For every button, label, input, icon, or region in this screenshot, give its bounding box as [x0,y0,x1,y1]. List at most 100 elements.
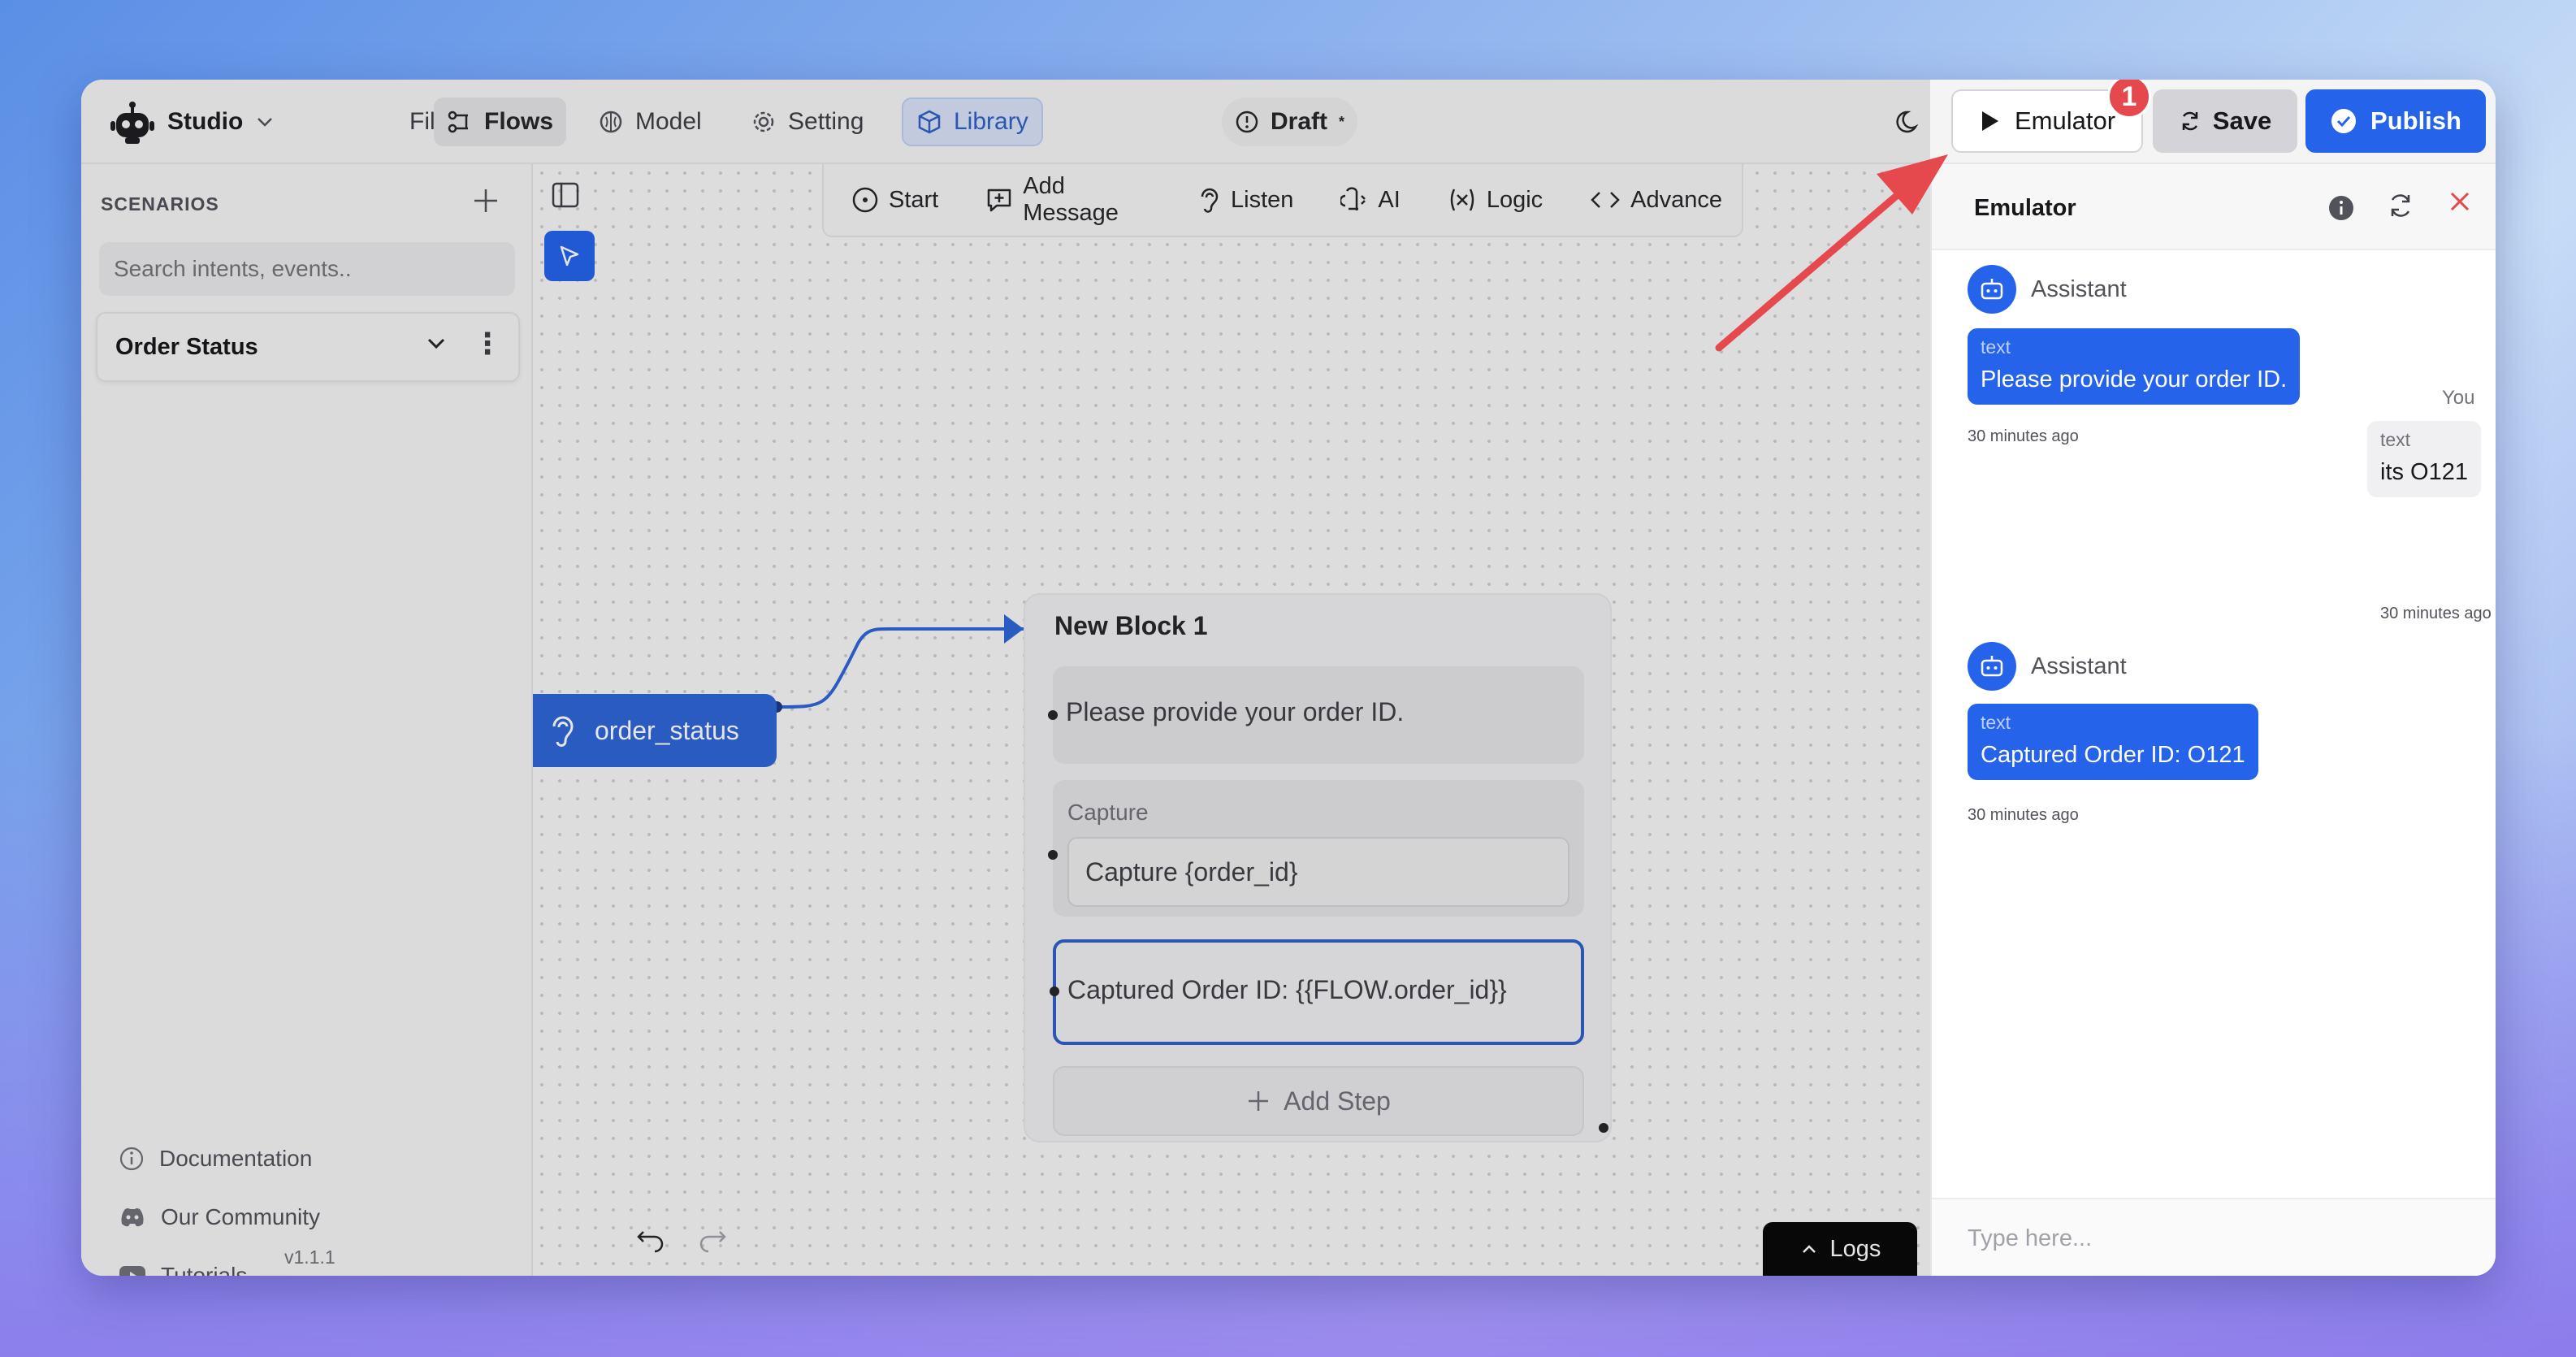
message-timestamp: 30 minutes ago [1968,806,2079,824]
intent-node-label: order_status [595,715,739,745]
sidebar: SCENARIOS Order Status ⋮ Documentation O… [81,164,533,1276]
user-role: You [2442,387,2475,409]
assistant-message: text Please provide your order ID. [1968,328,2301,405]
capture-step[interactable]: Capture Capture {order_id} [1048,780,1584,917]
ear-icon [548,712,578,749]
add-step-button[interactable]: Add Step [1053,1066,1584,1136]
plus-icon [1246,1089,1271,1113]
documentation-link[interactable]: Documentation [119,1146,312,1172]
publish-button[interactable]: Publish [2305,89,2486,153]
close-icon[interactable] [2447,189,2473,215]
emulator-title: Emulator [1974,195,2076,221]
tab-model[interactable]: Model [585,98,715,146]
message-timestamp: 30 minutes ago [2380,605,2492,622]
assistant-label: Assistant [2031,652,2127,679]
message-step-text: Please provide your order ID. [1066,697,1405,726]
logs-label: Logs [1829,1235,1881,1262]
message-type: text [2380,429,2411,450]
info-circle-icon [119,1146,145,1172]
assistant-role: Assistant [1968,265,2127,314]
flows-icon [447,109,473,135]
emulator-panel: Emulator Assistant text Please provide y… [1930,164,2496,1276]
info-icon[interactable] [2327,193,2356,223]
search-input[interactable] [99,242,515,296]
documentation-label: Documentation [159,1146,313,1171]
studio-label: Studio [167,108,244,135]
discord-icon [119,1206,146,1229]
tutorials-label: Tutorials [161,1263,248,1276]
flow-block[interactable]: New Block 1 Please provide your order ID… [1024,593,1612,1142]
draft-status: Draft * [1222,98,1358,146]
message-text: its O121 [2380,459,2468,485]
tab-flows[interactable]: Flows [434,98,567,146]
block-resize-handle[interactable] [1599,1123,1608,1133]
assistant-label: Assistant [2031,275,2127,302]
chat-input[interactable] [1932,1199,2496,1276]
capture-field[interactable]: Capture {order_id} [1067,837,1569,907]
emulator-button-label: Emulator [2014,106,2116,135]
step-handle[interactable] [1048,850,1058,860]
robot-logo-icon [109,98,156,145]
selected-step-text: Captured Order ID: {{FLOW.order_id}} [1067,975,1507,1004]
capture-label: Capture [1067,800,1149,825]
bot-avatar-icon [1968,265,2016,314]
assistant-role: Assistant [1968,642,2127,691]
scenario-item[interactable]: Order Status ⋮ [96,312,520,382]
chevron-up-icon [1799,1239,1819,1259]
tab-setting[interactable]: Setting [738,98,877,146]
tutorials-link[interactable]: Tutorials [119,1263,247,1276]
step-handle[interactable] [1048,710,1058,720]
tab-library[interactable]: Library [902,98,1043,146]
undo-icon[interactable] [635,1225,666,1253]
add-scenario-button[interactable] [471,184,500,224]
message-text: Captured Order ID: O121 [1981,742,2245,768]
message-timestamp: 30 minutes ago [1968,427,2079,445]
text-step-selected[interactable]: Captured Order ID: {{FLOW.order_id}} [1050,939,1584,1045]
bot-avatar-icon [1968,642,2016,691]
plus-icon [471,184,500,223]
community-label: Our Community [161,1204,321,1229]
emulator-input-area [1932,1198,2496,1276]
check-circle-icon [2330,107,2357,135]
studio-menu[interactable]: Studio [96,98,288,146]
flow-canvas[interactable]: Start Add Message Listen AI Logic Advanc… [533,164,1930,1276]
library-label: Library [954,108,1028,135]
refresh-icon [2179,110,2202,132]
emulator-header: Emulator [1932,164,2496,250]
message-type: text [1981,712,2011,733]
redo-icon[interactable] [697,1225,728,1253]
add-step-label: Add Step [1284,1086,1391,1116]
scenario-label: Order Status [115,333,258,360]
publish-label: Publish [2370,106,2461,135]
more-options-icon[interactable]: ⋮ [473,327,502,361]
message-text: Please provide your order ID. [1981,366,2288,392]
flows-label: Flows [484,108,554,135]
chevron-down-icon [254,111,275,132]
save-button[interactable]: Save [2153,89,2297,153]
draft-label: Draft [1271,108,1328,135]
user-message: text its O121 [2367,421,2481,497]
block-title: New Block 1 [1054,611,1208,640]
message-step[interactable]: Please provide your order ID. [1048,666,1584,764]
save-label: Save [2212,106,2272,135]
logs-button[interactable]: Logs [1763,1222,1917,1276]
intent-node[interactable]: order_status [533,694,777,767]
gear-icon [751,109,777,135]
info-circle-icon [1235,110,1259,134]
version-label: v1.1.1 [284,1246,336,1268]
draft-marker: * [1339,113,1345,130]
brain-icon [598,109,624,135]
youtube-icon [119,1265,146,1276]
setting-label: Setting [788,108,864,135]
moon-icon[interactable] [1893,106,1925,138]
refresh-icon[interactable] [2387,192,2414,219]
community-link[interactable]: Our Community [119,1204,320,1230]
play-icon [1979,110,2000,132]
chevron-down-icon[interactable] [422,330,450,358]
message-type: text [1981,336,2011,358]
scenarios-title: SCENARIOS [101,193,219,215]
model-label: Model [635,108,702,135]
step-handle[interactable] [1050,986,1059,996]
cube-icon [916,109,942,135]
app-window: Studio File Flows Model Setting Library … [81,80,2496,1276]
